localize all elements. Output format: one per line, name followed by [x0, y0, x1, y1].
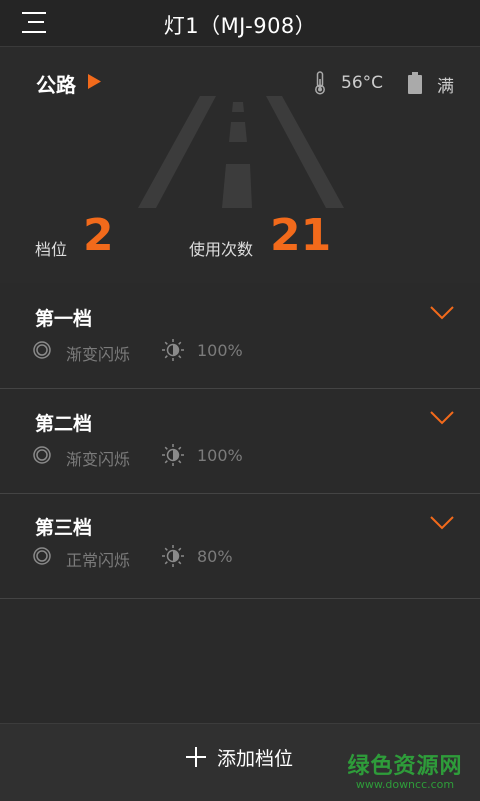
flash-mode-icon [33, 341, 51, 359]
battery-icon [408, 72, 422, 94]
level-list: 第一档 渐变闪烁 100% 第二档 渐变闪烁 100% 第三档 正常闪烁 80% [0, 284, 480, 599]
level-name: 第一档 [35, 308, 93, 330]
brightness-value: 80% [197, 547, 233, 566]
mode-label[interactable]: 公路 [36, 69, 76, 98]
road-mode-panel: 公路 56°C 满 档位 2 使用次数 21 [0, 47, 480, 283]
flash-mode-text: 正常闪烁 [66, 551, 131, 570]
thermometer-icon [315, 71, 325, 95]
watermark-main-text: 绿色资源网 [347, 754, 463, 779]
flash-mode-text: 渐变闪烁 [66, 345, 131, 364]
gear-value: 2 [83, 210, 114, 261]
gear-label: 档位 [35, 240, 68, 259]
play-arrow-icon[interactable] [88, 74, 101, 89]
page-title: 灯1（MJ-908） [163, 14, 317, 38]
top-bar: 灯1（MJ-908） [0, 0, 480, 47]
level-name: 第三档 [35, 517, 93, 539]
level-item[interactable]: 第二档 渐变闪烁 100% [0, 389, 480, 494]
watermark-logo: 绿色资源网 www.downcc.com [345, 748, 465, 791]
road-icon [138, 96, 344, 208]
battery-value: 满 [437, 77, 454, 97]
brightness-value: 100% [197, 446, 243, 465]
level-item[interactable]: 第三档 正常闪烁 80% [0, 494, 480, 599]
brightness-icon [162, 444, 184, 466]
usage-label: 使用次数 [189, 240, 254, 259]
watermark-url: www.downcc.com [355, 778, 455, 791]
plus-icon [186, 747, 206, 767]
chevron-down-icon[interactable] [430, 411, 454, 425]
chevron-down-icon[interactable] [430, 516, 454, 530]
add-level-label: 添加档位 [217, 748, 294, 770]
usage-value: 21 [270, 210, 332, 261]
level-name: 第二档 [35, 413, 93, 435]
temperature-value: 56°C [341, 73, 384, 93]
flash-mode-icon [33, 547, 51, 565]
flash-mode-icon [33, 446, 51, 464]
brightness-icon [162, 339, 184, 361]
flash-mode-text: 渐变闪烁 [66, 450, 131, 469]
chevron-down-icon[interactable] [430, 306, 454, 320]
brightness-icon [162, 545, 184, 567]
level-item[interactable]: 第一档 渐变闪烁 100% [0, 284, 480, 389]
brightness-value: 100% [197, 341, 243, 360]
